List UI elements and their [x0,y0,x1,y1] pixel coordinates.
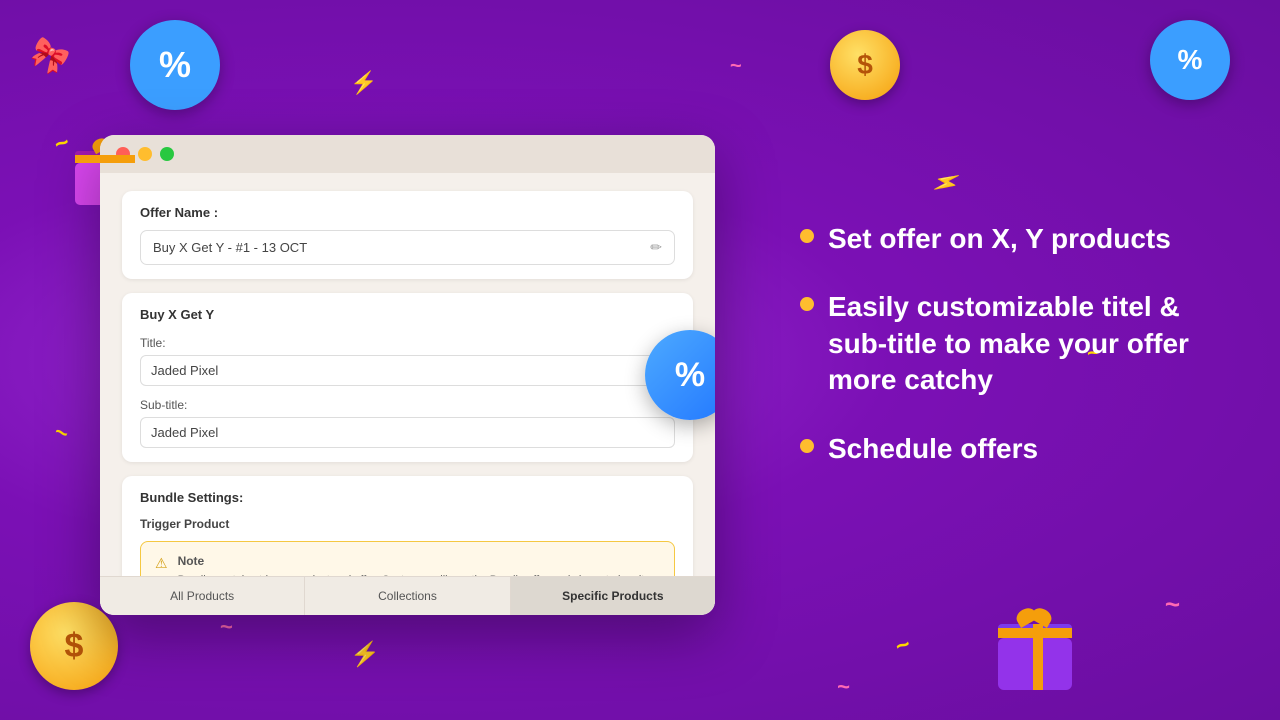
feature-text-1: Set offer on X, Y products [828,221,1171,257]
bullet-1 [800,229,814,243]
right-panel: Set offer on X, Y products Easily custom… [800,221,1220,499]
note-title: Note [178,554,660,568]
feature-item-1: Set offer on X, Y products [800,221,1220,257]
subtitle-input[interactable] [140,417,675,448]
bundle-section-title: Buy X Get Y [140,307,675,322]
bundle-settings-section: Bundle Settings: Trigger Product ⚠ Note … [122,476,693,576]
title-input[interactable] [140,355,675,386]
modal-window: Offer Name : Buy X Get Y - #1 - 13 OCT ✏… [100,135,715,615]
bundle-settings-title: Bundle Settings: [140,490,675,505]
offer-name-text: Buy X Get Y - #1 - 13 OCT [153,240,307,255]
tab-collections[interactable]: Collections [305,577,510,615]
warning-icon: ⚠ [155,555,168,572]
note-content: Note Bundle contains trigger product and… [178,554,660,576]
edit-icon[interactable]: ✏ [650,239,662,256]
close-button[interactable] [116,147,130,161]
trigger-product-label: Trigger Product [140,517,675,531]
bullet-2 [800,297,814,311]
title-label: Title: [140,336,675,350]
titlebar [100,135,715,173]
feature-item-2: Easily customizable titel & sub-title to… [800,289,1220,398]
feature-text-3: Schedule offers [828,431,1038,467]
tab-all-products[interactable]: All Products [100,577,305,615]
subtitle-label: Sub-title: [140,398,675,412]
feature-item-3: Schedule offers [800,431,1220,467]
offer-name-section: Offer Name : Buy X Get Y - #1 - 13 OCT ✏ [122,191,693,279]
minimize-button[interactable] [138,147,152,161]
feature-text-2: Easily customizable titel & sub-title to… [828,289,1220,398]
maximize-button[interactable] [160,147,174,161]
tab-specific-products[interactable]: Specific Products [511,577,715,615]
tab-bar: All Products Collections Specific Produc… [100,576,715,615]
modal-body: Offer Name : Buy X Get Y - #1 - 13 OCT ✏… [100,173,715,576]
bundle-section: Buy X Get Y Title: Sub-title: [122,293,693,462]
bullet-3 [800,439,814,453]
offer-name-value: Buy X Get Y - #1 - 13 OCT ✏ [140,230,675,265]
offer-name-label: Offer Name : [140,205,675,220]
percent-modal-icon: % [675,356,705,395]
note-box: ⚠ Note Bundle contains trigger product a… [140,541,675,576]
